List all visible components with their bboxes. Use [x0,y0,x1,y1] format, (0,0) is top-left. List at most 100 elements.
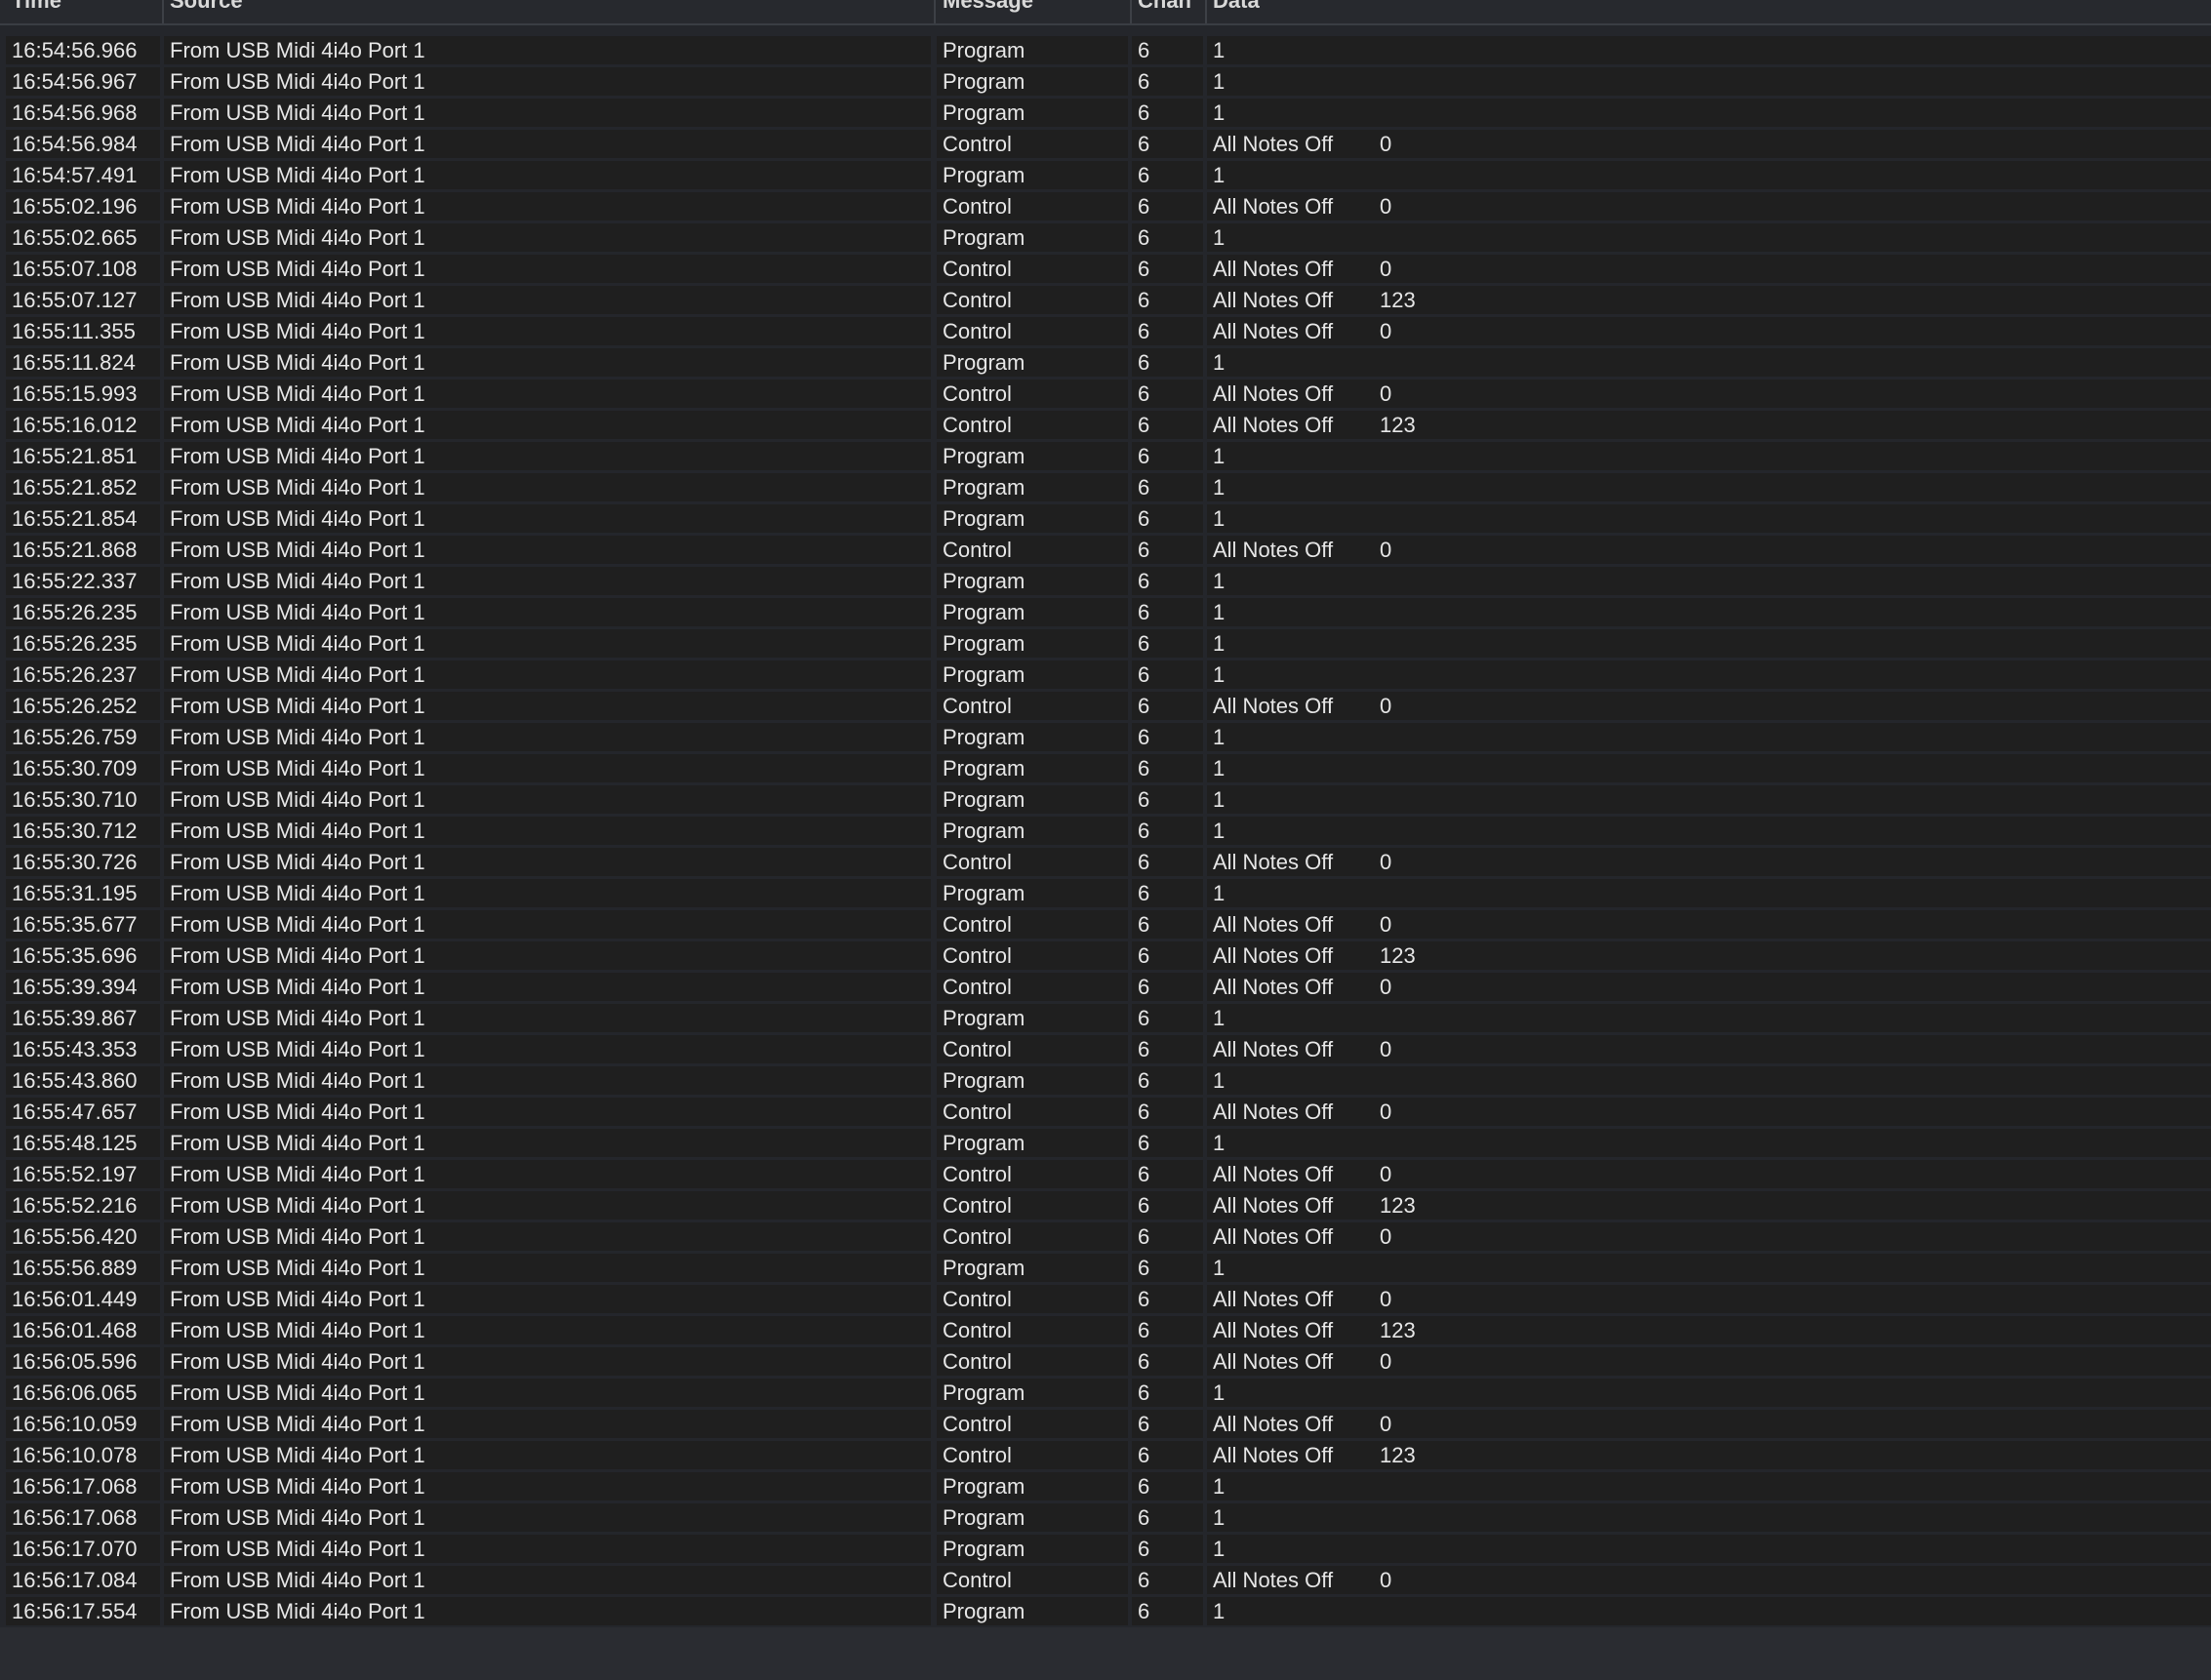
source-cell: From USB Midi 4i4o Port 1 [164,660,931,689]
message-cell: Control [937,1098,1128,1126]
table-row[interactable]: 16:55:30.712 From USB Midi 4i4o Port 1 Pro… [0,817,2211,848]
source-cell: From USB Midi 4i4o Port 1 [164,629,931,658]
table-row[interactable]: 16:55:56.420 From USB Midi 4i4o Port 1 Con… [0,1222,2211,1254]
column-divider[interactable] [162,0,164,23]
message-cell: Control [937,255,1128,283]
table-row[interactable]: 16:56:17.068 From USB Midi 4i4o Port 1 Pro… [0,1472,2211,1503]
source-cell: From USB Midi 4i4o Port 1 [164,1535,931,1563]
table-row[interactable]: 16:55:26.252 From USB Midi 4i4o Port 1 Con… [0,692,2211,723]
table-row[interactable]: 16:56:06.065 From USB Midi 4i4o Port 1 Pro… [0,1379,2211,1410]
table-header: Time Source Message Chan Data [0,0,2211,25]
data-cell: 1 [1207,442,2211,470]
table-row[interactable]: 16:54:57.491 From USB Midi 4i4o Port 1 Pro… [0,161,2211,192]
message-cell: Control [937,380,1128,408]
table-row[interactable]: 16:56:10.059 From USB Midi 4i4o Port 1 Con… [0,1410,2211,1441]
data-cell: 1 [1207,348,2211,377]
table-row[interactable]: 16:56:17.068 From USB Midi 4i4o Port 1 Pro… [0,1503,2211,1535]
table-row[interactable]: 16:55:30.710 From USB Midi 4i4o Port 1 Pro… [0,785,2211,817]
time-cell: 16:55:26.759 [6,723,160,751]
table-row[interactable]: 16:56:17.084 From USB Midi 4i4o Port 1 Con… [0,1566,2211,1597]
source-cell: From USB Midi 4i4o Port 1 [164,192,931,220]
table-row[interactable]: 16:55:22.337 From USB Midi 4i4o Port 1 Pro… [0,567,2211,598]
table-row[interactable]: 16:55:43.353 From USB Midi 4i4o Port 1 Con… [0,1035,2211,1066]
time-cell: 16:55:26.252 [6,692,160,720]
table-row[interactable]: 16:55:47.657 From USB Midi 4i4o Port 1 Con… [0,1098,2211,1129]
time-cell: 16:55:35.696 [6,941,160,970]
table-row[interactable]: 16:55:21.852 From USB Midi 4i4o Port 1 Pro… [0,473,2211,504]
table-row[interactable]: 16:55:26.235 From USB Midi 4i4o Port 1 Pro… [0,629,2211,660]
table-row[interactable]: 16:55:11.355 From USB Midi 4i4o Port 1 Con… [0,317,2211,348]
table-row[interactable]: 16:55:15.993 From USB Midi 4i4o Port 1 Con… [0,380,2211,411]
table-row[interactable]: 16:55:52.216 From USB Midi 4i4o Port 1 Con… [0,1191,2211,1222]
midi-message-list[interactable]: 16:54:56.966 From USB Midi 4i4o Port 1 Pro… [0,36,2211,1628]
data-value-1: 1 [1213,444,1226,468]
chan-cell: 6 [1132,910,1203,939]
table-row[interactable]: 16:55:30.726 From USB Midi 4i4o Port 1 Con… [0,848,2211,879]
chan-cell: 6 [1132,660,1203,689]
source-cell: From USB Midi 4i4o Port 1 [164,785,931,814]
time-cell: 16:55:43.860 [6,1066,160,1095]
table-row[interactable]: 16:56:10.078 From USB Midi 4i4o Port 1 Con… [0,1441,2211,1472]
table-row[interactable]: 16:54:56.966 From USB Midi 4i4o Port 1 Pro… [0,36,2211,67]
data-value-1: All Notes Off [1213,1193,1334,1218]
message-cell: Program [937,1472,1128,1500]
table-row[interactable]: 16:55:43.860 From USB Midi 4i4o Port 1 Pro… [0,1066,2211,1098]
table-row[interactable]: 16:54:56.967 From USB Midi 4i4o Port 1 Pro… [0,67,2211,99]
chan-cell: 6 [1132,1098,1203,1126]
source-cell: From USB Midi 4i4o Port 1 [164,67,931,96]
table-row[interactable]: 16:55:02.665 From USB Midi 4i4o Port 1 Pro… [0,223,2211,255]
table-row[interactable]: 16:55:35.677 From USB Midi 4i4o Port 1 Con… [0,910,2211,941]
table-row[interactable]: 16:55:21.854 From USB Midi 4i4o Port 1 Pro… [0,504,2211,536]
column-header-chan[interactable]: Chan [1138,0,1191,14]
table-row[interactable]: 16:56:05.596 From USB Midi 4i4o Port 1 Con… [0,1347,2211,1379]
data-value-1: 1 [1213,662,1226,687]
table-row[interactable]: 16:55:39.867 From USB Midi 4i4o Port 1 Pro… [0,1004,2211,1035]
column-header-data[interactable]: Data [1213,0,1260,14]
column-header-time[interactable]: Time [12,0,61,14]
table-row[interactable]: 16:56:17.554 From USB Midi 4i4o Port 1 Pro… [0,1597,2211,1628]
message-cell: Control [937,1285,1128,1313]
source-cell: From USB Midi 4i4o Port 1 [164,1035,931,1063]
table-row[interactable]: 16:55:21.868 From USB Midi 4i4o Port 1 Con… [0,536,2211,567]
data-cell: All Notes Off 0 [1207,1347,2211,1376]
table-row[interactable]: 16:55:11.824 From USB Midi 4i4o Port 1 Pro… [0,348,2211,380]
table-row[interactable]: 16:56:17.070 From USB Midi 4i4o Port 1 Pro… [0,1535,2211,1566]
table-row[interactable]: 16:55:16.012 From USB Midi 4i4o Port 1 Con… [0,411,2211,442]
data-value-2: 0 [1380,1349,1392,1374]
column-divider[interactable] [1130,0,1132,23]
data-cell: 1 [1207,598,2211,626]
table-row[interactable]: 16:54:56.968 From USB Midi 4i4o Port 1 Pro… [0,99,2211,130]
table-row[interactable]: 16:55:35.696 From USB Midi 4i4o Port 1 Con… [0,941,2211,973]
table-row[interactable]: 16:55:07.127 From USB Midi 4i4o Port 1 Con… [0,286,2211,317]
table-row[interactable]: 16:56:01.468 From USB Midi 4i4o Port 1 Con… [0,1316,2211,1347]
table-row[interactable]: 16:55:56.889 From USB Midi 4i4o Port 1 Pro… [0,1254,2211,1285]
column-divider[interactable] [934,0,936,23]
source-cell: From USB Midi 4i4o Port 1 [164,1597,931,1625]
table-row[interactable]: 16:55:52.197 From USB Midi 4i4o Port 1 Con… [0,1160,2211,1191]
table-row[interactable]: 16:55:48.125 From USB Midi 4i4o Port 1 Pro… [0,1129,2211,1160]
table-row[interactable]: 16:55:26.759 From USB Midi 4i4o Port 1 Pro… [0,723,2211,754]
column-header-message[interactable]: Message [943,0,1033,14]
table-row[interactable]: 16:55:26.235 From USB Midi 4i4o Port 1 Pro… [0,598,2211,629]
time-cell: 16:56:17.068 [6,1503,160,1532]
table-row[interactable]: 16:55:02.196 From USB Midi 4i4o Port 1 Con… [0,192,2211,223]
column-divider[interactable] [1205,0,1207,23]
data-value-1: 1 [1213,1474,1226,1499]
table-row[interactable]: 16:55:21.851 From USB Midi 4i4o Port 1 Pro… [0,442,2211,473]
source-cell: From USB Midi 4i4o Port 1 [164,286,931,314]
table-row[interactable]: 16:56:01.449 From USB Midi 4i4o Port 1 Con… [0,1285,2211,1316]
message-cell: Program [937,161,1128,189]
table-row[interactable]: 16:55:07.108 From USB Midi 4i4o Port 1 Con… [0,255,2211,286]
column-header-source[interactable]: Source [170,0,243,14]
table-row[interactable]: 16:55:39.394 From USB Midi 4i4o Port 1 Con… [0,973,2211,1004]
table-row[interactable]: 16:55:30.709 From USB Midi 4i4o Port 1 Pro… [0,754,2211,785]
source-cell: From USB Midi 4i4o Port 1 [164,1566,931,1594]
data-value-1: 1 [1213,350,1226,375]
table-row[interactable]: 16:55:26.237 From USB Midi 4i4o Port 1 Pro… [0,660,2211,692]
table-row[interactable]: 16:54:56.984 From USB Midi 4i4o Port 1 Con… [0,130,2211,161]
data-cell: All Notes Off 123 [1207,941,2211,970]
data-value-2: 0 [1380,1100,1392,1124]
data-value-1: All Notes Off [1213,1568,1334,1592]
table-row[interactable]: 16:55:31.195 From USB Midi 4i4o Port 1 Pro… [0,879,2211,910]
message-cell: Control [937,1410,1128,1438]
